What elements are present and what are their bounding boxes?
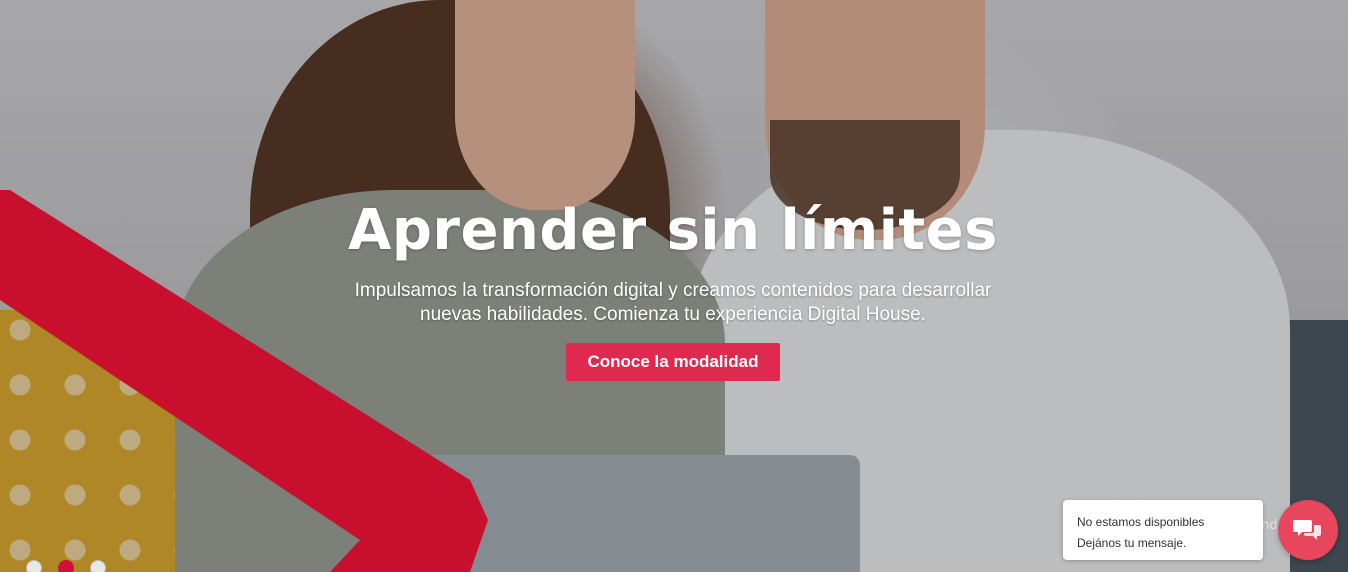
chat-bubbles-icon xyxy=(1293,520,1321,540)
hero-content: Aprender sin límites Impulsamos la trans… xyxy=(300,195,1046,381)
hero-subtitle: Impulsamos la transformación digital y c… xyxy=(354,280,992,325)
conoce-la-modalidad-button[interactable]: Conoce la modalidad xyxy=(565,343,781,381)
carousel-dot-1[interactable] xyxy=(26,560,42,572)
carousel-dot-3[interactable] xyxy=(90,560,106,572)
hero-banner: Aprender sin límites Impulsamos la trans… xyxy=(0,0,1348,572)
chat-prompt-text: Dejános tu mensaje. xyxy=(1077,536,1187,550)
chat-status-bubble[interactable]: No estamos disponibles Dejános tu mensaj… xyxy=(1063,500,1263,560)
hero-title: Aprender sin límites xyxy=(348,198,998,263)
carousel-dot-2[interactable] xyxy=(58,560,74,572)
chat-status-text: No estamos disponibles xyxy=(1077,515,1205,529)
chat-launcher-button[interactable] xyxy=(1278,500,1338,560)
carousel-pagination xyxy=(26,560,106,572)
